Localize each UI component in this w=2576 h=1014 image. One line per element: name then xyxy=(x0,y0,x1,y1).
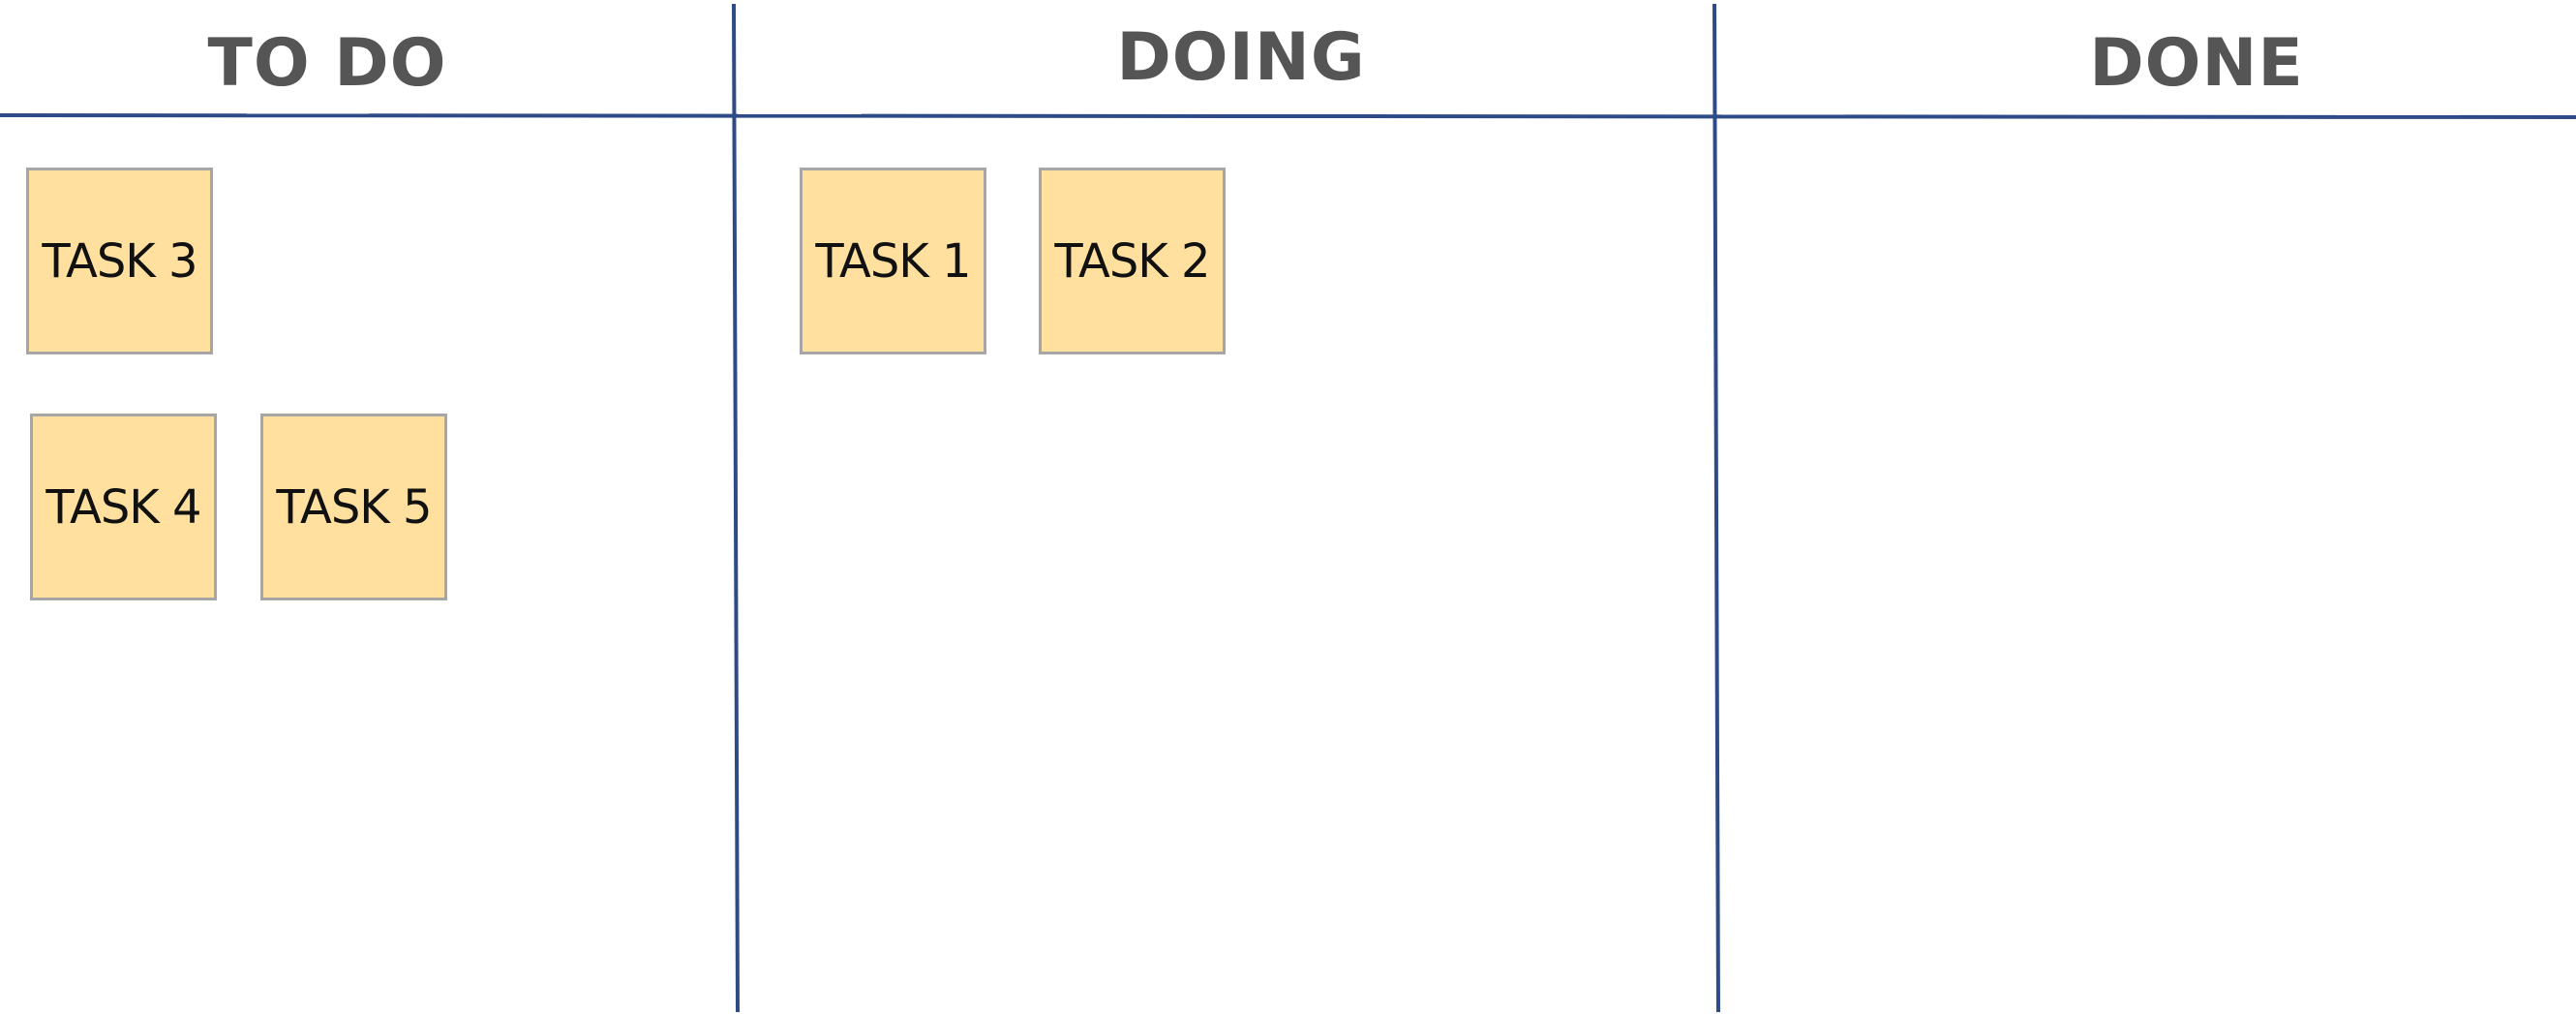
task-card-todo[interactable]: TASK 3 xyxy=(26,168,213,354)
column-divider-doing-done xyxy=(1712,3,1720,1013)
column-title-doing: DOING xyxy=(1116,19,1366,96)
task-card-label: TASK 5 xyxy=(276,479,432,535)
kanban-board: TO DO DOING DONE TASK 3 TASK 4 TASK 5 TA… xyxy=(0,0,2576,1014)
task-card-todo[interactable]: TASK 5 xyxy=(260,414,447,600)
task-card-doing[interactable]: TASK 2 xyxy=(1039,168,1226,354)
header-divider-line xyxy=(0,113,2576,119)
column-divider-todo-doing xyxy=(732,3,740,1013)
task-card-label: TASK 1 xyxy=(815,233,971,289)
task-card-doing[interactable]: TASK 1 xyxy=(800,168,986,354)
task-card-todo[interactable]: TASK 4 xyxy=(30,414,217,600)
task-card-label: TASK 4 xyxy=(45,479,201,535)
task-card-label: TASK 3 xyxy=(42,233,197,289)
task-card-label: TASK 2 xyxy=(1054,233,1210,289)
column-title-done: DONE xyxy=(2089,25,2304,102)
column-title-todo: TO DO xyxy=(207,25,447,102)
